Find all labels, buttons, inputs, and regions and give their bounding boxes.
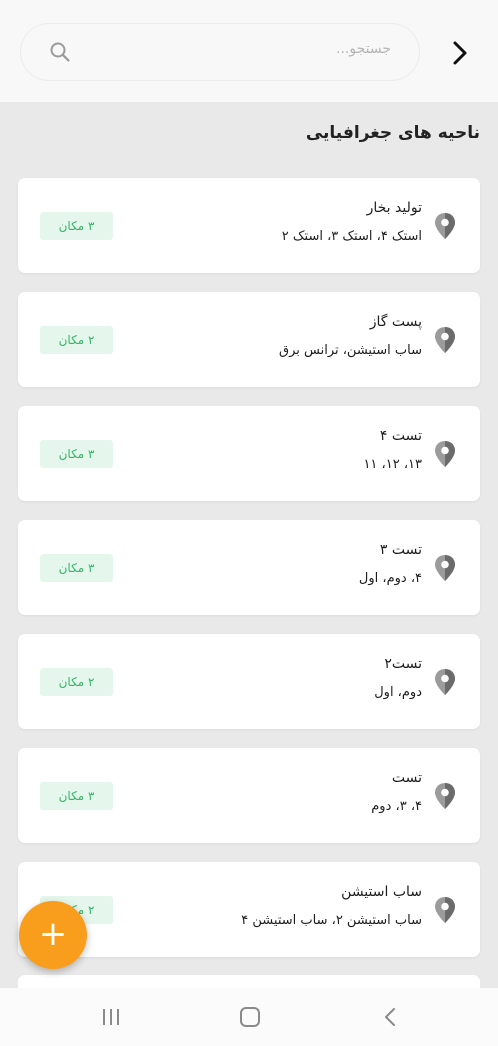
map-pin-icon (435, 897, 455, 923)
map-pin-icon (435, 441, 455, 467)
region-title: ساب استیشن (341, 884, 422, 900)
region-card[interactable]: تست ۴، ۳، دوم ۳ مکان (18, 748, 480, 843)
region-locations: ساب استیشن ۲، ساب استیشن ۴ (241, 913, 422, 928)
chevron-right-icon[interactable] (446, 38, 474, 68)
back-icon[interactable] (380, 1006, 400, 1028)
region-title: تولید بخار (366, 200, 422, 216)
region-title: پست گاز (369, 314, 422, 330)
map-pin-icon (435, 669, 455, 695)
region-title: تست ۴ (379, 428, 422, 444)
map-pin-icon (435, 555, 455, 581)
top-bar: جستجو... (0, 0, 498, 102)
region-title: تست ۳ (379, 542, 422, 558)
region-locations: ساب استیشن، ترانس برق (279, 343, 422, 358)
region-locations: ۴، ۳، دوم (371, 799, 422, 814)
region-title: تست۲ (384, 656, 422, 672)
search-placeholder: جستجو... (336, 41, 391, 57)
location-count-badge: ۳ مکان (40, 554, 113, 582)
recents-icon[interactable] (100, 1006, 122, 1028)
region-card[interactable]: پست گاز ساب استیشن، ترانس برق ۲ مکان (18, 292, 480, 387)
page-title: ناحیه های جغرافیایی (305, 123, 480, 143)
system-nav-bar (0, 988, 498, 1046)
location-count-badge: ۳ مکان (40, 440, 113, 468)
map-pin-icon (435, 213, 455, 239)
map-pin-icon (435, 783, 455, 809)
search-input[interactable]: جستجو... (20, 23, 420, 81)
region-card[interactable]: تولید بخار استک ۴، استک ۳، استک ۲ ۳ مکان (18, 178, 480, 273)
location-count-badge: ۳ مکان (40, 782, 113, 810)
region-locations: استک ۴، استک ۳، استک ۲ (281, 229, 422, 244)
home-icon[interactable] (238, 1006, 262, 1028)
region-locations: دوم، اول (374, 685, 422, 700)
location-count-badge: ۲ مکان (40, 668, 113, 696)
region-locations: ۱۳، ۱۲، ۱۱ (363, 457, 422, 472)
region-card[interactable]: تست ۴ ۱۳، ۱۲، ۱۱ ۳ مکان (18, 406, 480, 501)
map-pin-icon (435, 327, 455, 353)
region-locations: ۴، دوم، اول (358, 571, 422, 586)
region-card[interactable]: تست۲ دوم، اول ۲ مکان (18, 634, 480, 729)
search-icon[interactable] (49, 41, 71, 63)
location-count-badge: ۳ مکان (40, 212, 113, 240)
add-region-button[interactable]: + (19, 901, 87, 969)
region-card[interactable]: ساب استیشن ساب استیشن ۲، ساب استیشن ۴ ۲ … (18, 862, 480, 957)
location-count-badge: ۲ مکان (40, 326, 113, 354)
region-title: تست (391, 770, 422, 786)
region-card[interactable]: تست ۳ ۴، دوم، اول ۳ مکان (18, 520, 480, 615)
